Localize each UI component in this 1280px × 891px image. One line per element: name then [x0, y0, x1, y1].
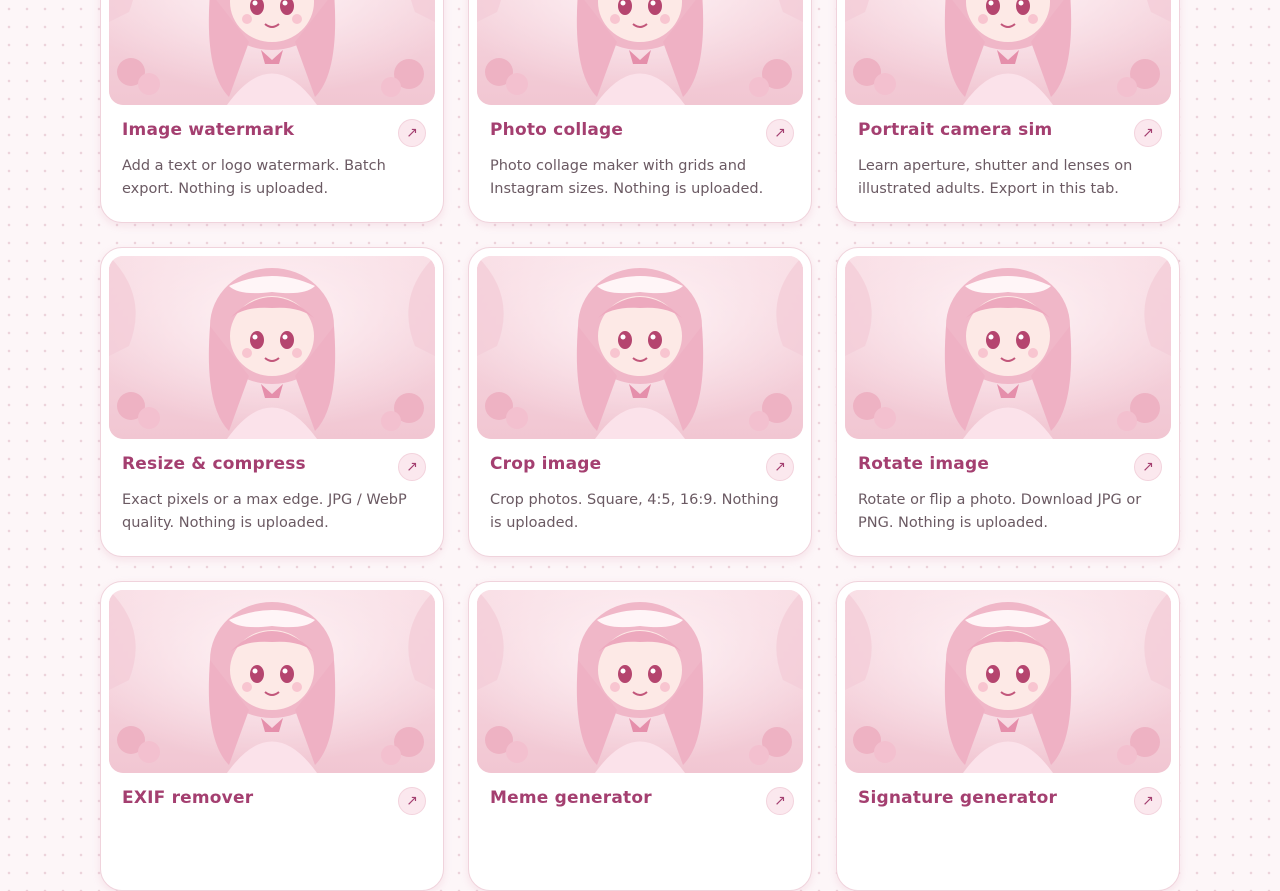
card-description: Add a text or logo watermark. Batch expo… — [122, 158, 386, 197]
card-thumbnail — [109, 0, 435, 105]
tool-card-resize-compress[interactable]: Resize & compress ↗ Exact pixels or a ma… — [100, 247, 444, 557]
card-thumbnail — [477, 256, 803, 439]
arrow-up-right-icon[interactable]: ↗ — [1134, 119, 1162, 147]
card-thumbnail — [845, 590, 1171, 773]
tool-card-exif-remover[interactable]: EXIF remover ↗ — [100, 581, 444, 891]
arrow-up-right-icon[interactable]: ↗ — [398, 453, 426, 481]
arrow-up-right-icon[interactable]: ↗ — [398, 787, 426, 815]
arrow-up-right-icon[interactable]: ↗ — [766, 453, 794, 481]
card-title: Signature generator — [858, 788, 1058, 808]
card-title: Crop image — [490, 454, 602, 474]
tool-card-portrait-camera-sim[interactable]: Portrait camera sim ↗ Learn aperture, sh… — [836, 0, 1180, 223]
arrow-up-right-icon[interactable]: ↗ — [766, 119, 794, 147]
card-title: Photo collage — [490, 120, 624, 140]
card-title: Meme generator — [490, 788, 652, 808]
card-thumbnail — [109, 590, 435, 773]
card-description: Crop photos. Square, 4:5, 16:9. Nothing … — [490, 492, 779, 531]
tool-grid: Image watermark ↗ Add a text or logo wat… — [100, 0, 1180, 891]
card-title: Portrait camera sim — [858, 120, 1053, 140]
card-title: Image watermark — [122, 120, 295, 140]
arrow-up-right-icon[interactable]: ↗ — [766, 787, 794, 815]
tool-card-crop-image[interactable]: Crop image ↗ Crop photos. Square, 4:5, 1… — [468, 247, 812, 557]
card-thumbnail — [109, 256, 435, 439]
card-thumbnail — [477, 590, 803, 773]
card-description: Learn aperture, shutter and lenses on il… — [858, 158, 1133, 197]
tool-card-meme-generator[interactable]: Meme generator ↗ — [468, 581, 812, 891]
arrow-up-right-icon[interactable]: ↗ — [398, 119, 426, 147]
card-description: Photo collage maker with grids and Insta… — [490, 158, 764, 197]
card-thumbnail — [477, 0, 803, 105]
card-thumbnail — [845, 0, 1171, 105]
tool-card-rotate-image[interactable]: Rotate image ↗ Rotate or flip a photo. D… — [836, 247, 1180, 557]
tool-card-signature-generator[interactable]: Signature generator ↗ — [836, 581, 1180, 891]
card-description: Exact pixels or a max edge. JPG / WebP q… — [122, 492, 407, 531]
arrow-up-right-icon[interactable]: ↗ — [1134, 787, 1162, 815]
tool-card-image-watermark[interactable]: Image watermark ↗ Add a text or logo wat… — [100, 0, 444, 223]
card-title: Resize & compress — [122, 454, 306, 474]
tool-card-photo-collage[interactable]: Photo collage ↗ Photo collage maker with… — [468, 0, 812, 223]
card-description: Rotate or flip a photo. Download JPG or … — [858, 492, 1142, 531]
card-thumbnail — [845, 256, 1171, 439]
card-title: Rotate image — [858, 454, 990, 474]
arrow-up-right-icon[interactable]: ↗ — [1134, 453, 1162, 481]
card-title: EXIF remover — [122, 788, 254, 808]
